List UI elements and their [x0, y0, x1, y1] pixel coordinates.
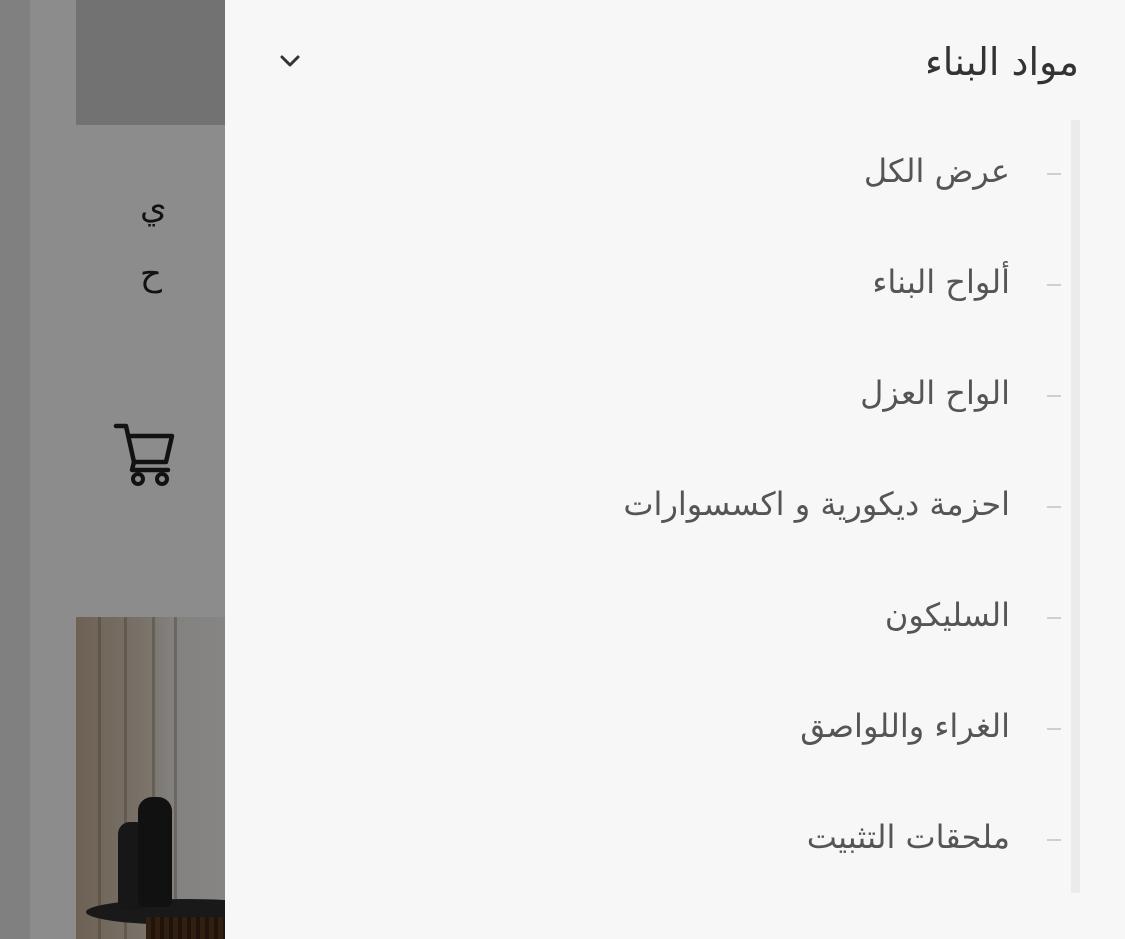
submenu-item-view-all[interactable]: عرض الكل	[225, 120, 1125, 231]
submenu-item-label: عرض الكل	[863, 152, 1010, 190]
dash-icon	[1047, 839, 1061, 841]
category-title[interactable]: مواد البناء	[925, 36, 1079, 88]
submenu-item-decorative-accessories[interactable]: احزمة ديكورية و اكسسوارات	[225, 453, 1125, 564]
dash-icon	[1047, 728, 1061, 730]
dash-icon	[1047, 395, 1061, 397]
submenu-item-label: الغراء واللواصق	[800, 707, 1010, 745]
submenu-item-label: ألواح البناء	[872, 263, 1010, 301]
submenu-list: عرض الكل ألواح البناء الواح العزل احزمة …	[225, 120, 1125, 897]
submenu-item-glue-adhesives[interactable]: الغراء واللواصق	[225, 675, 1125, 786]
submenu-item-silicone[interactable]: السليكون	[225, 564, 1125, 675]
submenu-item-fixing-accessories[interactable]: ملحقات التثبيت	[225, 786, 1125, 897]
submenu-item-label: احزمة ديكورية و اكسسوارات	[623, 485, 1010, 523]
submenu-item-building-boards[interactable]: ألواح البناء	[225, 231, 1125, 342]
dash-icon	[1047, 173, 1061, 175]
dash-icon	[1047, 506, 1061, 508]
submenu-item-label: السليكون	[884, 596, 1010, 634]
submenu-item-label: ملحقات التثبيت	[806, 818, 1010, 856]
menu-drawer: مواد البناء عرض الكل ألواح البناء الواح …	[225, 0, 1125, 939]
dash-icon	[1047, 617, 1061, 619]
submenu-item-insulation-boards[interactable]: الواح العزل	[225, 342, 1125, 453]
submenu-item-label: الواح العزل	[860, 374, 1010, 412]
chevron-down-icon[interactable]	[277, 48, 303, 74]
category-header[interactable]: مواد البناء	[225, 0, 1125, 125]
dash-icon	[1047, 284, 1061, 286]
